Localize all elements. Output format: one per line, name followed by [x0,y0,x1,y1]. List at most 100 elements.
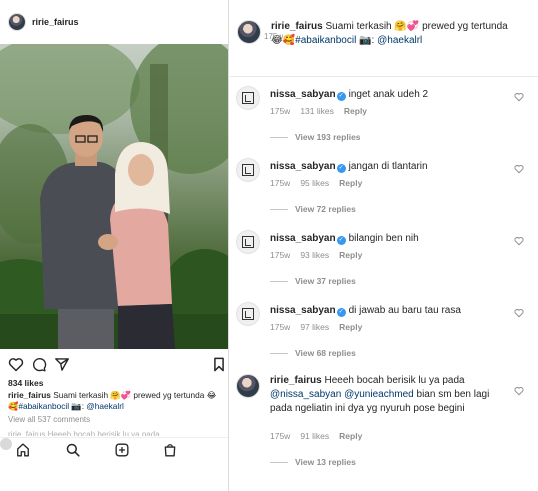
verified-icon: ✓ [336,236,346,245]
comment-likes[interactable]: 93 likes [300,250,329,260]
avatar[interactable] [236,158,260,182]
truncated-comment: ririe_fairus Heeeh bocah berisik lu ya p… [8,430,160,436]
comment-icon[interactable] [31,357,47,372]
bookmark-icon[interactable] [213,357,225,372]
reply-button[interactable]: Reply [339,250,362,260]
view-replies-link[interactable]: View 68 replies [270,348,356,358]
comment-time: 175w [270,322,291,332]
replies-line [270,461,288,463]
comment-line: nissa_sabyan ✓ bilangin ben nih [270,232,510,245]
post-photo[interactable] [0,44,228,349]
brand-logo-icon [242,236,254,248]
comment-item: nissa_sabyan ✓ di jawab au baru tau rasa 1… [236,302,534,374]
comment-meta: 175w 95 likes Reply [270,178,372,188]
comment-username[interactable]: ririe_fairus [270,375,322,386]
likes-count[interactable]: 834 likes [8,378,43,388]
comment-text-block: ririe_fairus Heeeh bocah berisik lu ya p… [270,374,510,416]
replies-line [270,352,288,354]
search-icon[interactable] [66,443,80,457]
comment-text: bilangin ben nih [348,233,419,244]
heart-icon[interactable] [8,357,24,372]
view-all-comments-link[interactable]: View all 537 comments [8,415,90,424]
avatar[interactable] [236,302,260,326]
caption-timestamp: 175w [264,32,284,41]
comment-time: 175w [270,178,291,188]
comment-meta: 175w 91 likes Reply [270,431,372,441]
comment-meta: 175w 97 likes Reply [270,322,372,332]
post-header: ririe_fairus [0,0,228,44]
view-replies-link[interactable]: View 193 replies [270,132,361,142]
comment-text: Heeeh bocah berisik lu ya pada [324,375,465,386]
home-icon[interactable] [16,443,30,457]
comment-likes[interactable]: 91 likes [300,431,329,441]
comment-text: di jawab au baru tau rasa [348,305,461,316]
comment-username[interactable]: nissa_sabyan [270,233,336,244]
post-caption: ririe_fairus Suami terkasih 🤗💞 prewed yg… [8,390,226,412]
comment-meta: 175w 93 likes Reply [270,250,372,260]
comment-username[interactable]: nissa_sabyan [270,305,336,316]
comment-mention[interactable]: @yunieachmed [344,389,414,400]
post-username[interactable]: ririe_fairus [32,17,79,27]
comment-heart-icon[interactable] [514,236,524,246]
comment-line: nissa_sabyan ✓ inget anak udeh 2 [270,88,510,101]
caption-hashtag[interactable]: #abaikanbocil [18,401,69,411]
avatar[interactable] [237,20,261,44]
reply-button[interactable]: Reply [339,178,362,188]
comment-text: jangan di tlantarin [348,161,428,172]
view-replies-link[interactable]: View 13 replies [270,457,356,467]
comment-username[interactable]: nissa_sabyan [270,89,336,100]
comment-line: nissa_sabyan ✓ di jawab au baru tau rasa [270,304,510,317]
caption-username[interactable]: ririe_fairus [271,21,323,32]
verified-icon: ✓ [336,164,346,173]
reply-button[interactable]: Reply [339,431,362,441]
comment-time: 175w [270,250,291,260]
view-replies-link[interactable]: View 37 replies [270,276,356,286]
caption-username[interactable]: ririe_fairus [8,390,51,400]
share-icon[interactable] [54,357,70,372]
avatar[interactable] [8,13,26,31]
caption-mention[interactable]: @haekalrl [86,401,123,411]
post-panel: ririe_fairus 834 likes ririe_fairus Suam… [0,0,229,491]
verified-icon: ✓ [336,92,346,101]
view-replies-label[interactable]: View 13 replies [295,457,356,467]
view-replies-link[interactable]: View 72 replies [270,204,356,214]
brand-logo-icon [242,92,254,104]
reply-button[interactable]: Reply [339,322,362,332]
add-icon[interactable] [115,443,129,457]
avatar[interactable] [236,86,260,110]
verified-icon: ✓ [336,308,346,317]
couple-photo [0,44,228,349]
view-replies-label[interactable]: View 72 replies [295,204,356,214]
comment-username[interactable]: nissa_sabyan [270,161,336,172]
view-replies-label[interactable]: View 68 replies [295,348,356,358]
comment-item: ririe_fairus Heeeh bocah berisik lu ya p… [236,374,534,474]
comment-likes[interactable]: 131 likes [300,106,334,116]
comment-likes[interactable]: 97 likes [300,322,329,332]
profile-icon[interactable] [0,438,12,450]
comment-heart-icon[interactable] [514,308,524,318]
comments-panel: ririe_fairus Suami terkasih 🤗💞 prewed yg… [230,0,538,491]
reply-button[interactable]: Reply [344,106,367,116]
comment-time: 175w [270,431,291,441]
caption-hashtag[interactable]: #abaikanbocil [295,35,356,46]
comment-likes[interactable]: 95 likes [300,178,329,188]
caption-text: Suami terkasih 🤗💞 prewed yg tertunda [325,21,508,32]
caption-mention[interactable]: @haekalrl [377,35,422,46]
comment-mention[interactable]: @nissa_sabyan [270,389,341,400]
comment-item: nissa_sabyan ✓ inget anak udeh 2 175w 131 l… [236,86,534,158]
comment-line: nissa_sabyan ✓ jangan di tlantarin [270,160,510,173]
comment-heart-icon[interactable] [514,92,524,102]
shop-icon[interactable] [163,443,177,457]
view-replies-label[interactable]: View 193 replies [295,132,361,142]
comment-heart-icon[interactable] [514,386,524,396]
post-actions [0,357,228,375]
divider [230,76,538,77]
caption-text: Suami terkasih 🤗💞 prewed yg tertunda [53,390,205,400]
brand-logo-icon [242,164,254,176]
avatar[interactable] [236,230,260,254]
brand-logo-icon [242,308,254,320]
bottom-nav [0,437,228,463]
comment-heart-icon[interactable] [514,164,524,174]
view-replies-label[interactable]: View 37 replies [295,276,356,286]
avatar[interactable] [236,374,260,398]
